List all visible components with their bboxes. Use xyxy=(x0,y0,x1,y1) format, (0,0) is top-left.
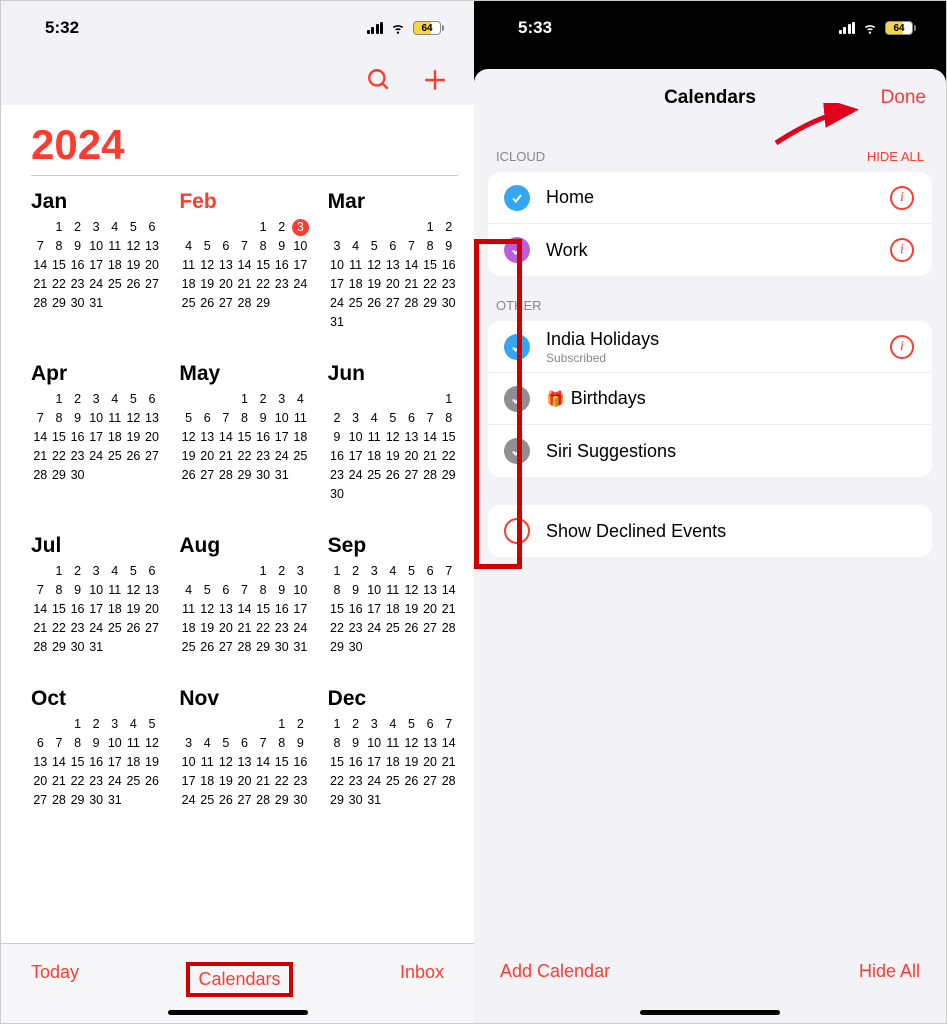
status-bar: 5:33 64 xyxy=(474,1,946,55)
days-grid: 0000012345678910111213141516171819202122… xyxy=(328,218,458,332)
days-grid: 0123456789101112131415161718192021222324… xyxy=(31,218,161,313)
month-label: Sep xyxy=(328,534,458,558)
month-label: Apr xyxy=(31,362,161,386)
section-header-other: OTHER xyxy=(474,276,946,321)
add-icon[interactable] xyxy=(422,67,448,93)
row-text: Home xyxy=(546,187,874,208)
days-grid: 1234567891011121314151617181920212223242… xyxy=(328,562,458,657)
battery-icon: 64 xyxy=(413,21,444,35)
list-icloud: HomeiWorki xyxy=(488,172,932,276)
month-label: Jun xyxy=(328,362,458,386)
annotation-highlight xyxy=(474,239,522,569)
signal-icon xyxy=(367,22,384,34)
section-label: ICLOUD xyxy=(496,149,545,164)
row-text: Siri Suggestions xyxy=(546,441,914,462)
battery-icon: 64 xyxy=(885,21,916,35)
phone-right: 5:33 64 Calendars Done ICLOUD HIDE ALL H… xyxy=(474,1,946,1023)
status-icons: 64 xyxy=(839,21,917,35)
month-nov[interactable]: Nov 0000012345678910111213141516171819202… xyxy=(179,687,309,810)
row-text: India HolidaysSubscribed xyxy=(546,329,874,365)
days-grid: 0000123456789101112131415161718192021222… xyxy=(179,218,309,313)
row-text: 🎁Birthdays xyxy=(546,388,914,409)
month-jan[interactable]: Jan 0123456789101112131415161718192021222… xyxy=(31,190,161,332)
sheet-title: Calendars xyxy=(664,87,756,109)
month-jun[interactable]: Jun 0000001234567891011121314151617181920… xyxy=(328,362,458,504)
row-label: Home xyxy=(546,187,874,208)
month-apr[interactable]: Apr 0123456789101112131415161718192021222… xyxy=(31,362,161,504)
row-sublabel: Subscribed xyxy=(546,351,874,365)
row-label: India Holidays xyxy=(546,329,874,350)
calendar-row[interactable]: 🎁Birthdays xyxy=(488,373,932,425)
tab-inbox[interactable]: Inbox xyxy=(400,962,444,983)
tab-calendars[interactable]: Calendars xyxy=(186,962,292,997)
hide-all-button[interactable]: Hide All xyxy=(859,961,920,982)
sheet-header: Calendars Done xyxy=(474,69,946,127)
calendar-row[interactable]: Homei xyxy=(488,172,932,224)
month-label: Nov xyxy=(179,687,309,711)
calendars-sheet: Calendars Done ICLOUD HIDE ALL HomeiWork… xyxy=(474,69,946,1023)
month-label: Jul xyxy=(31,534,161,558)
signal-icon xyxy=(839,22,856,34)
wifi-icon xyxy=(861,21,879,35)
status-bar: 5:32 64 xyxy=(1,1,474,55)
month-label: Oct xyxy=(31,687,161,711)
row-label: Work xyxy=(546,240,874,261)
month-label: Jan xyxy=(31,190,161,214)
home-indicator[interactable] xyxy=(168,1010,308,1015)
status-time: 5:32 xyxy=(45,18,79,38)
days-grid: 0000012345678910111213141516171819202122… xyxy=(179,715,309,810)
days-grid: 0000001234567891011121314151617181920212… xyxy=(328,390,458,504)
calendar-row[interactable]: Siri Suggestions xyxy=(488,425,932,477)
phone-left: 5:32 64 2024 Jan 012345678910111213141516… xyxy=(1,1,474,1023)
month-label: Dec xyxy=(328,687,458,711)
info-icon[interactable]: i xyxy=(890,335,914,359)
search-icon[interactable] xyxy=(366,67,392,93)
month-aug[interactable]: Aug 0000123456789101112131415161718192021… xyxy=(179,534,309,657)
year-label: 2024 xyxy=(31,121,458,169)
check-icon[interactable] xyxy=(504,185,530,211)
status-icons: 64 xyxy=(367,21,445,35)
add-calendar-button[interactable]: Add Calendar xyxy=(500,961,610,982)
tab-today[interactable]: Today xyxy=(31,962,79,983)
year-view: 2024 Jan 01234567891011121314151617181920… xyxy=(1,105,474,943)
section-header-icloud: ICLOUD HIDE ALL xyxy=(474,127,946,172)
done-button[interactable]: Done xyxy=(881,87,926,109)
month-oct[interactable]: Oct 0012345678910111213141516171819202122… xyxy=(31,687,161,810)
info-icon[interactable]: i xyxy=(890,238,914,262)
month-label: May xyxy=(179,362,309,386)
calendar-row[interactable]: Worki xyxy=(488,224,932,276)
divider xyxy=(31,175,458,176)
month-feb[interactable]: Feb 0000123456789101112131415161718192021… xyxy=(179,190,309,332)
list-other: India HolidaysSubscribed i 🎁Birthdays Siri … xyxy=(488,321,932,477)
info-icon[interactable]: i xyxy=(890,186,914,210)
month-may[interactable]: May 0001234567891011121314151617181920212… xyxy=(179,362,309,504)
home-indicator[interactable] xyxy=(640,1010,780,1015)
month-jul[interactable]: Jul 0123456789101112131415161718192021222… xyxy=(31,534,161,657)
days-grid: 1234567891011121314151617181920212223242… xyxy=(328,715,458,810)
days-grid: 0001234567891011121314151617181920212223… xyxy=(179,390,309,485)
month-dec[interactable]: Dec 1234567891011121314151617181920212223… xyxy=(328,687,458,810)
days-grid: 0012345678910111213141516171819202122232… xyxy=(31,715,161,810)
status-time: 5:33 xyxy=(518,18,552,38)
toolbar xyxy=(1,55,474,105)
month-label: Feb xyxy=(179,190,309,214)
months-grid[interactable]: Jan 0123456789101112131415161718192021222… xyxy=(31,190,458,810)
calendar-row[interactable]: India HolidaysSubscribed i xyxy=(488,321,932,373)
hide-all-link[interactable]: HIDE ALL xyxy=(867,149,924,164)
row-text: Work xyxy=(546,240,874,261)
wifi-icon xyxy=(389,21,407,35)
days-grid: 0123456789101112131415161718192021222324… xyxy=(31,390,161,485)
month-sep[interactable]: Sep 1234567891011121314151617181920212223… xyxy=(328,534,458,657)
month-label: Aug xyxy=(179,534,309,558)
row-declined[interactable]: Show Declined Events xyxy=(488,505,932,557)
days-grid: 0123456789101112131415161718192021222324… xyxy=(31,562,161,657)
month-mar[interactable]: Mar 0000012345678910111213141516171819202… xyxy=(328,190,458,332)
row-label: Show Declined Events xyxy=(546,521,914,542)
list-declined: Show Declined Events xyxy=(488,505,932,557)
month-label: Mar xyxy=(328,190,458,214)
row-label: Siri Suggestions xyxy=(546,441,914,462)
days-grid: 0000123456789101112131415161718192021222… xyxy=(179,562,309,657)
row-label: 🎁Birthdays xyxy=(546,388,914,409)
gift-icon: 🎁 xyxy=(546,391,565,408)
